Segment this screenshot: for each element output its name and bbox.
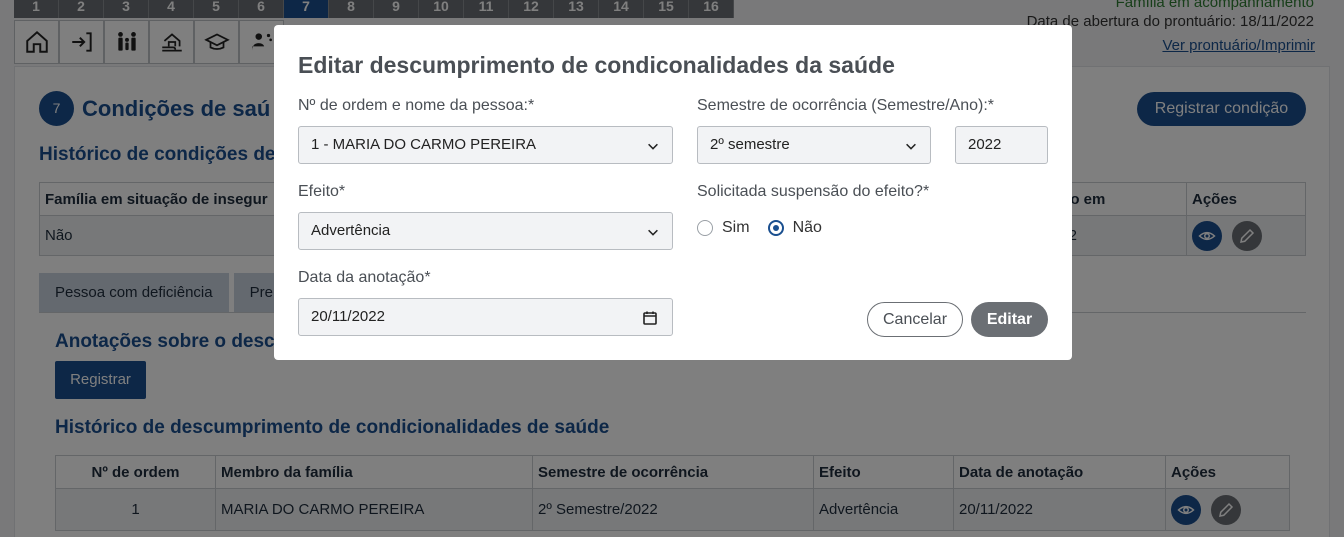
radio-yes-label[interactable]: Sim — [722, 219, 750, 237]
radio-yes[interactable] — [697, 220, 713, 236]
edit-noncompliance-modal: Editar descumprimento de condiconalidade… — [274, 25, 1072, 360]
chevron-down-icon — [648, 229, 658, 236]
semester-label: Semestre de ocorrência (Semestre/Ano):* — [697, 97, 995, 114]
year-input[interactable]: 2022 — [955, 126, 1048, 164]
person-select[interactable]: 1 - MARIA DO CARMO PEREIRA — [298, 126, 673, 164]
person-label: Nº de ordem e nome da pessoa:* — [298, 97, 535, 114]
semester-select-value: 2º semestre — [710, 136, 790, 153]
radio-no[interactable] — [767, 220, 784, 236]
calendar-icon[interactable] — [642, 310, 658, 326]
modal-title: Editar descumprimento de condiconalidade… — [298, 52, 895, 78]
semester-select[interactable]: 2º semestre — [697, 126, 931, 164]
effect-label: Efeito* — [298, 183, 346, 200]
date-label: Data da anotação* — [298, 269, 431, 286]
person-select-value: 1 - MARIA DO CARMO PEREIRA — [311, 136, 537, 153]
effect-select[interactable]: Advertência — [298, 212, 673, 250]
cancel-button[interactable]: Cancelar — [867, 302, 963, 337]
radio-no-label[interactable]: Não — [793, 219, 822, 237]
effect-select-value: Advertência — [311, 222, 391, 239]
date-input-value: 20/11/2022 — [311, 308, 385, 325]
date-input[interactable]: 20/11/2022 — [298, 298, 673, 336]
suspension-label: Solicitada suspensão do efeito?* — [697, 183, 930, 200]
chevron-down-icon — [906, 143, 916, 150]
edit-submit-button[interactable]: Editar — [971, 302, 1048, 337]
suspension-radio-group: Sim Não — [697, 219, 840, 237]
chevron-down-icon — [648, 143, 658, 150]
